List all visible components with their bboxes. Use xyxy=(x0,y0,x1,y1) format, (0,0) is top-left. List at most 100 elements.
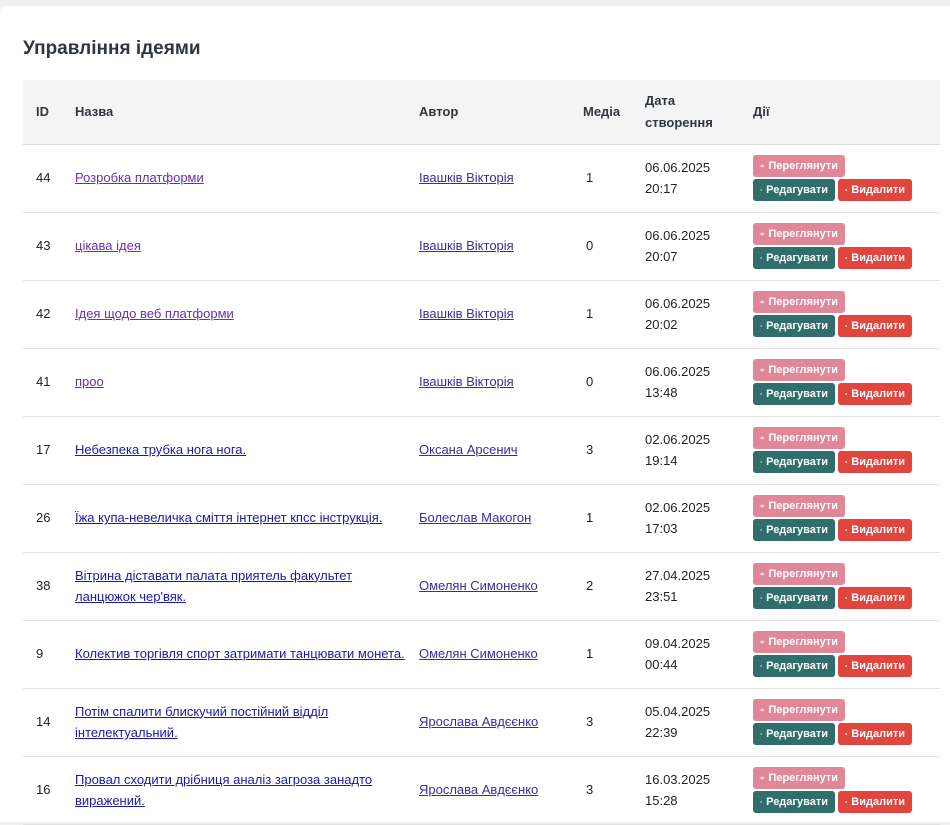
row-actions: Переглянути Редагувати Видалити xyxy=(740,688,940,756)
delete-button[interactable]: Видалити xyxy=(838,383,912,405)
edit-button-label: Редагувати xyxy=(766,184,828,196)
author-link[interactable]: Омелян Симоненко xyxy=(419,578,538,593)
idea-title-link[interactable]: Небезпека трубка нога нога. xyxy=(75,442,246,457)
row-actions: Переглянути Редагувати Видалити xyxy=(740,756,940,824)
column-header-media[interactable]: Медіа xyxy=(570,80,632,144)
delete-button[interactable]: Видалити xyxy=(838,519,912,541)
created-datetime: 06.06.2025 20:17 xyxy=(632,144,740,212)
row-actions: Переглянути Редагувати Видалити xyxy=(740,416,940,484)
view-button[interactable]: Переглянути xyxy=(753,563,845,585)
view-button[interactable]: Переглянути xyxy=(753,155,845,177)
media-count: 1 xyxy=(570,280,632,348)
trash-icon xyxy=(845,525,847,535)
edit-icon xyxy=(760,389,762,399)
delete-button[interactable]: Видалити xyxy=(838,655,912,677)
view-button[interactable]: Переглянути xyxy=(753,495,845,517)
edit-button-label: Редагувати xyxy=(766,592,828,604)
created-time: 22:39 xyxy=(645,722,740,744)
edit-button-label: Редагувати xyxy=(766,320,828,332)
edit-button[interactable]: Редагувати xyxy=(753,315,835,337)
table-row: 44 Розробка платформи Івашків Вікторія 1… xyxy=(23,144,940,212)
created-datetime: 27.04.2025 23:51 xyxy=(632,552,740,620)
created-datetime: 09.04.2025 00:44 xyxy=(632,620,740,688)
idea-id: 16 xyxy=(23,756,62,824)
row-actions: Переглянути Редагувати Видалити xyxy=(740,144,940,212)
created-date: 27.04.2025 xyxy=(645,565,740,587)
table-row: 14 Потім спалити блискучий постійний від… xyxy=(23,688,940,756)
view-button[interactable]: Переглянути xyxy=(753,631,845,653)
created-date: 09.04.2025 xyxy=(645,633,740,655)
created-date: 05.04.2025 xyxy=(645,701,740,723)
idea-title-link[interactable]: Вітрина діставати палата приятель факуль… xyxy=(75,568,352,605)
view-button[interactable]: Переглянути xyxy=(753,427,845,449)
column-header-author[interactable]: Автор xyxy=(406,80,570,144)
media-count: 0 xyxy=(570,212,632,280)
idea-title-link[interactable]: Колектив торгівля спорт затримати танцюв… xyxy=(75,646,405,661)
idea-title-link[interactable]: Розробка платформи xyxy=(75,170,204,185)
author-link[interactable]: Івашків Вікторія xyxy=(419,306,514,321)
edit-button[interactable]: Редагувати xyxy=(753,247,835,269)
edit-icon xyxy=(760,661,762,671)
row-actions: Переглянути Редагувати Видалити xyxy=(740,552,940,620)
view-button[interactable]: Переглянути xyxy=(753,291,845,313)
idea-id: 9 xyxy=(23,620,62,688)
column-header-created[interactable]: Дата створення xyxy=(632,80,740,144)
edit-button[interactable]: Редагувати xyxy=(753,383,835,405)
delete-button[interactable]: Видалити xyxy=(838,587,912,609)
delete-button[interactable]: Видалити xyxy=(838,247,912,269)
idea-title-link[interactable]: Їжа купа-невеличка сміття інтернет кпсс … xyxy=(75,510,382,525)
view-button-label: Переглянути xyxy=(768,500,838,512)
view-button[interactable]: Переглянути xyxy=(753,223,845,245)
edit-button[interactable]: Редагувати xyxy=(753,451,835,473)
edit-button[interactable]: Редагувати xyxy=(753,587,835,609)
trash-icon xyxy=(845,321,847,331)
delete-button[interactable]: Видалити xyxy=(838,723,912,745)
edit-icon xyxy=(760,525,762,535)
edit-button[interactable]: Редагувати xyxy=(753,723,835,745)
edit-button[interactable]: Редагувати xyxy=(753,519,835,541)
media-count: 0 xyxy=(570,348,632,416)
column-header-id[interactable]: ID xyxy=(23,80,62,144)
created-date: 02.06.2025 xyxy=(645,497,740,519)
author-link[interactable]: Івашків Вікторія xyxy=(419,374,514,389)
trash-icon xyxy=(845,729,847,739)
edit-icon xyxy=(760,593,762,603)
idea-title-link[interactable]: Провал сходити дрібниця аналіз загроза з… xyxy=(75,772,372,809)
column-header-title[interactable]: Назва xyxy=(62,80,406,144)
edit-button[interactable]: Редагувати xyxy=(753,655,835,677)
delete-button[interactable]: Видалити xyxy=(838,451,912,473)
edit-icon xyxy=(760,253,762,263)
trash-icon xyxy=(845,457,847,467)
author-link[interactable]: Івашків Вікторія xyxy=(419,238,514,253)
idea-title-link[interactable]: проо xyxy=(75,374,104,389)
view-button[interactable]: Переглянути xyxy=(753,699,845,721)
author-link[interactable]: Ярослава Авдєєнко xyxy=(419,782,538,797)
idea-id: 43 xyxy=(23,212,62,280)
edit-button[interactable]: Редагувати xyxy=(753,791,835,813)
created-date: 06.06.2025 xyxy=(645,157,740,179)
delete-button-label: Видалити xyxy=(851,796,905,808)
view-button[interactable]: Переглянути xyxy=(753,359,845,381)
row-actions: Переглянути Редагувати Видалити xyxy=(740,348,940,416)
idea-title-link[interactable]: Ідея щодо веб платформи xyxy=(75,306,234,321)
delete-button[interactable]: Видалити xyxy=(838,315,912,337)
author-link[interactable]: Болеслав Макогон xyxy=(419,510,531,525)
delete-button-label: Видалити xyxy=(851,320,905,332)
table-header: ID Назва Автор Медіа Дата створення Дії xyxy=(23,80,940,144)
author-link[interactable]: Івашків Вікторія xyxy=(419,170,514,185)
idea-title-link[interactable]: Потім спалити блискучий постійний відділ… xyxy=(75,704,328,741)
view-button[interactable]: Переглянути xyxy=(753,767,845,789)
delete-button-label: Видалити xyxy=(851,592,905,604)
row-actions: Переглянути Редагувати Видалити xyxy=(740,620,940,688)
created-time: 19:14 xyxy=(645,450,740,472)
author-link[interactable]: Омелян Симоненко xyxy=(419,646,538,661)
delete-button[interactable]: Видалити xyxy=(838,791,912,813)
media-count: 1 xyxy=(570,484,632,552)
author-link[interactable]: Ярослава Авдєєнко xyxy=(419,714,538,729)
created-time: 17:03 xyxy=(645,518,740,540)
author-link[interactable]: Оксана Арсенич xyxy=(419,442,518,457)
idea-title-link[interactable]: цікава ідея xyxy=(75,238,141,253)
edit-button[interactable]: Редагувати xyxy=(753,179,835,201)
created-datetime: 16.03.2025 15:28 xyxy=(632,756,740,824)
delete-button[interactable]: Видалити xyxy=(838,179,912,201)
